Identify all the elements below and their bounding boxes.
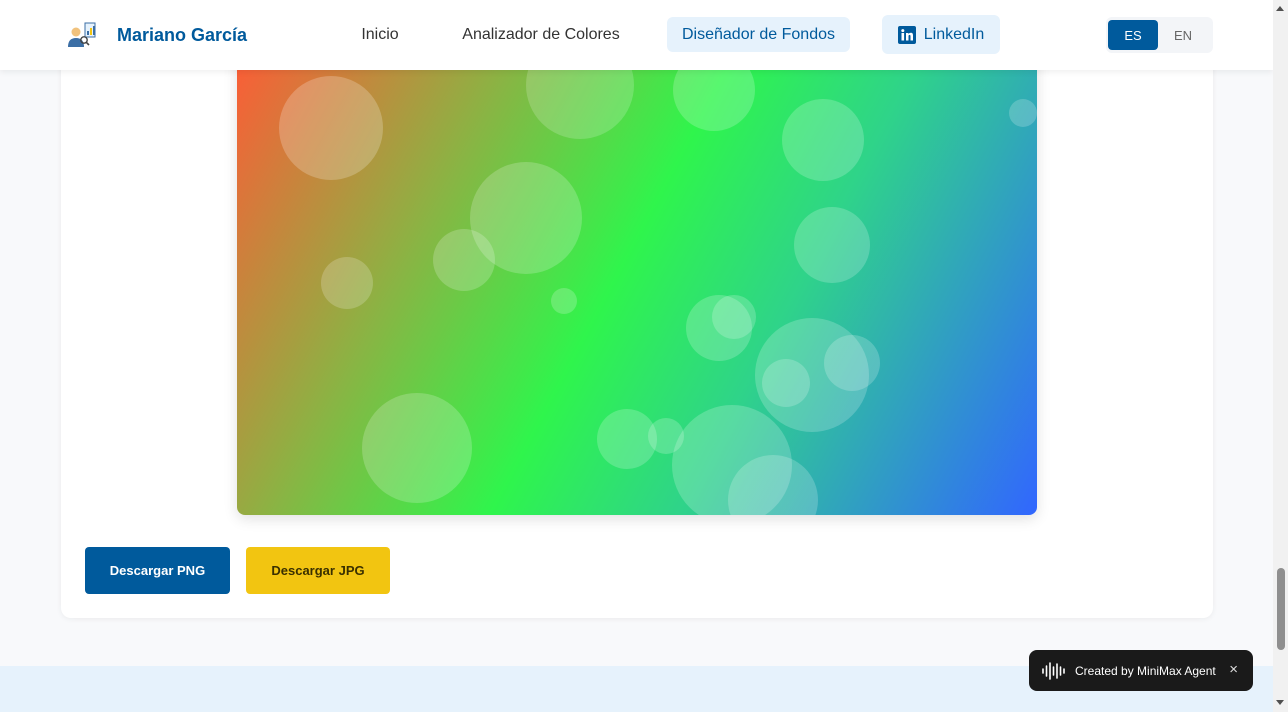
page-scrollbar[interactable] xyxy=(1273,0,1288,712)
lang-en-button[interactable]: EN xyxy=(1158,20,1208,50)
site-header: Mariano García Inicio Analizador de Colo… xyxy=(0,0,1273,70)
background-preview-canvas xyxy=(237,40,1037,515)
nav-linkedin[interactable]: LinkedIn xyxy=(882,15,1000,54)
scroll-down-arrow-icon[interactable] xyxy=(1276,700,1284,705)
nav-linkedin-label: LinkedIn xyxy=(923,25,985,43)
scroll-up-arrow-icon[interactable] xyxy=(1276,6,1284,11)
nav-inicio[interactable]: Inicio xyxy=(352,17,408,52)
toast-text: Created by MiniMax Agent xyxy=(1075,663,1216,678)
nav-disenador-fondos[interactable]: Diseñador de Fondos xyxy=(667,17,850,52)
toast-close-icon[interactable]: × xyxy=(1229,662,1238,677)
brand-name[interactable]: Mariano García xyxy=(117,25,247,46)
waveform-icon xyxy=(1042,661,1065,680)
lang-es-button[interactable]: ES xyxy=(1108,20,1158,50)
bokeh-bubbles xyxy=(279,40,1037,515)
language-switch: ES EN xyxy=(1106,17,1213,53)
scroll-thumb[interactable] xyxy=(1277,568,1285,650)
nav-analizador-colores[interactable]: Analizador de Colores xyxy=(452,17,630,52)
download-png-button[interactable]: Descargar PNG xyxy=(85,547,230,594)
minimax-toast: Created by MiniMax Agent × xyxy=(1029,650,1253,691)
analyst-chart-icon xyxy=(68,22,96,47)
linkedin-icon xyxy=(897,25,916,44)
download-jpg-button[interactable]: Descargar JPG xyxy=(246,547,390,594)
